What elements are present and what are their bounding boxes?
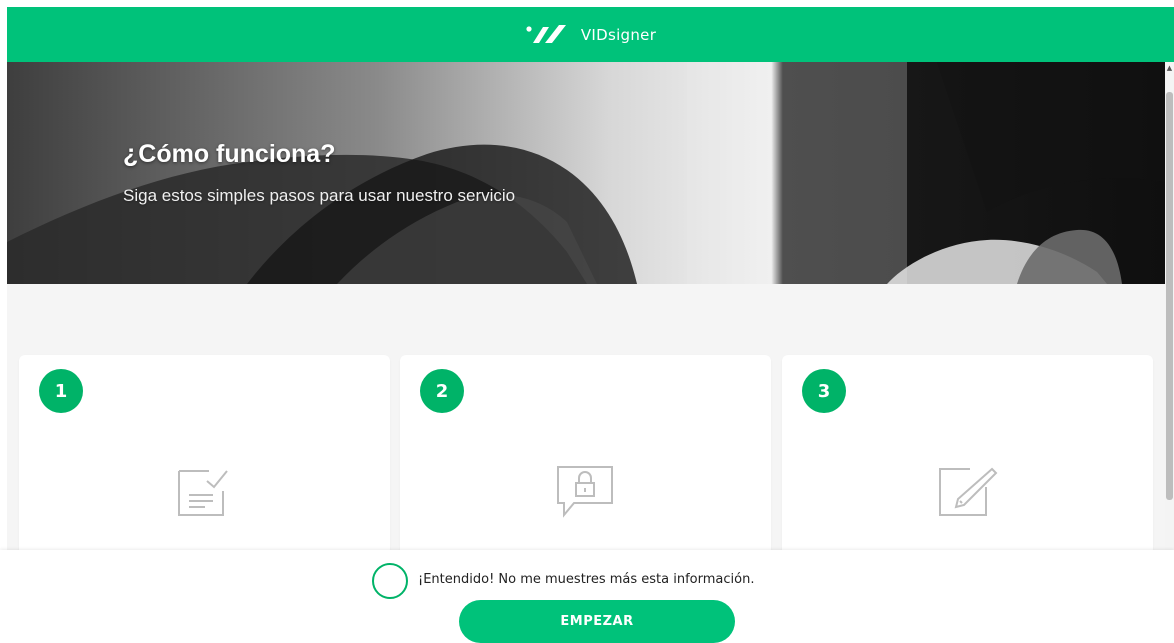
step-number-badge: 3 (802, 369, 846, 413)
lock-message-icon (557, 466, 613, 518)
document-check-icon (178, 470, 228, 516)
top-bar: VIDsigner (7, 7, 1174, 62)
dont-show-again-checkbox[interactable] (372, 563, 408, 599)
scroll-up-icon[interactable]: ▲ (1165, 64, 1174, 73)
bottom-action-bar: ¡Entendido! No me muestres más esta info… (0, 550, 1174, 643)
edit-pen-icon (939, 467, 998, 516)
step-number-badge: 1 (39, 369, 83, 413)
hero-banner: ¿Cómo funciona? Siga estos simples pasos… (7, 62, 1165, 284)
steps-section: 1 2 3 (7, 284, 1165, 555)
step-number-badge: 2 (420, 369, 464, 413)
brand-name: VIDsigner (580, 25, 657, 44)
hero-background-image (7, 62, 1165, 284)
hero-title: ¿Cómo funciona? (123, 140, 336, 168)
start-button[interactable]: EMPEZAR (459, 600, 735, 643)
hero-subtitle: Siga estos simples pasos para usar nuest… (123, 186, 516, 205)
brand: VIDsigner (525, 23, 656, 47)
step-card-2: 2 (400, 355, 771, 555)
step-card-1: 1 (19, 355, 390, 555)
dont-show-again-label[interactable]: ¡Entendido! No me muestres más esta info… (418, 572, 754, 587)
scrollbar[interactable]: ▲ (1165, 62, 1174, 550)
step-card-3: 3 (782, 355, 1153, 555)
scroll-thumb[interactable] (1166, 92, 1173, 500)
vidsigner-logo-icon (526, 24, 566, 43)
